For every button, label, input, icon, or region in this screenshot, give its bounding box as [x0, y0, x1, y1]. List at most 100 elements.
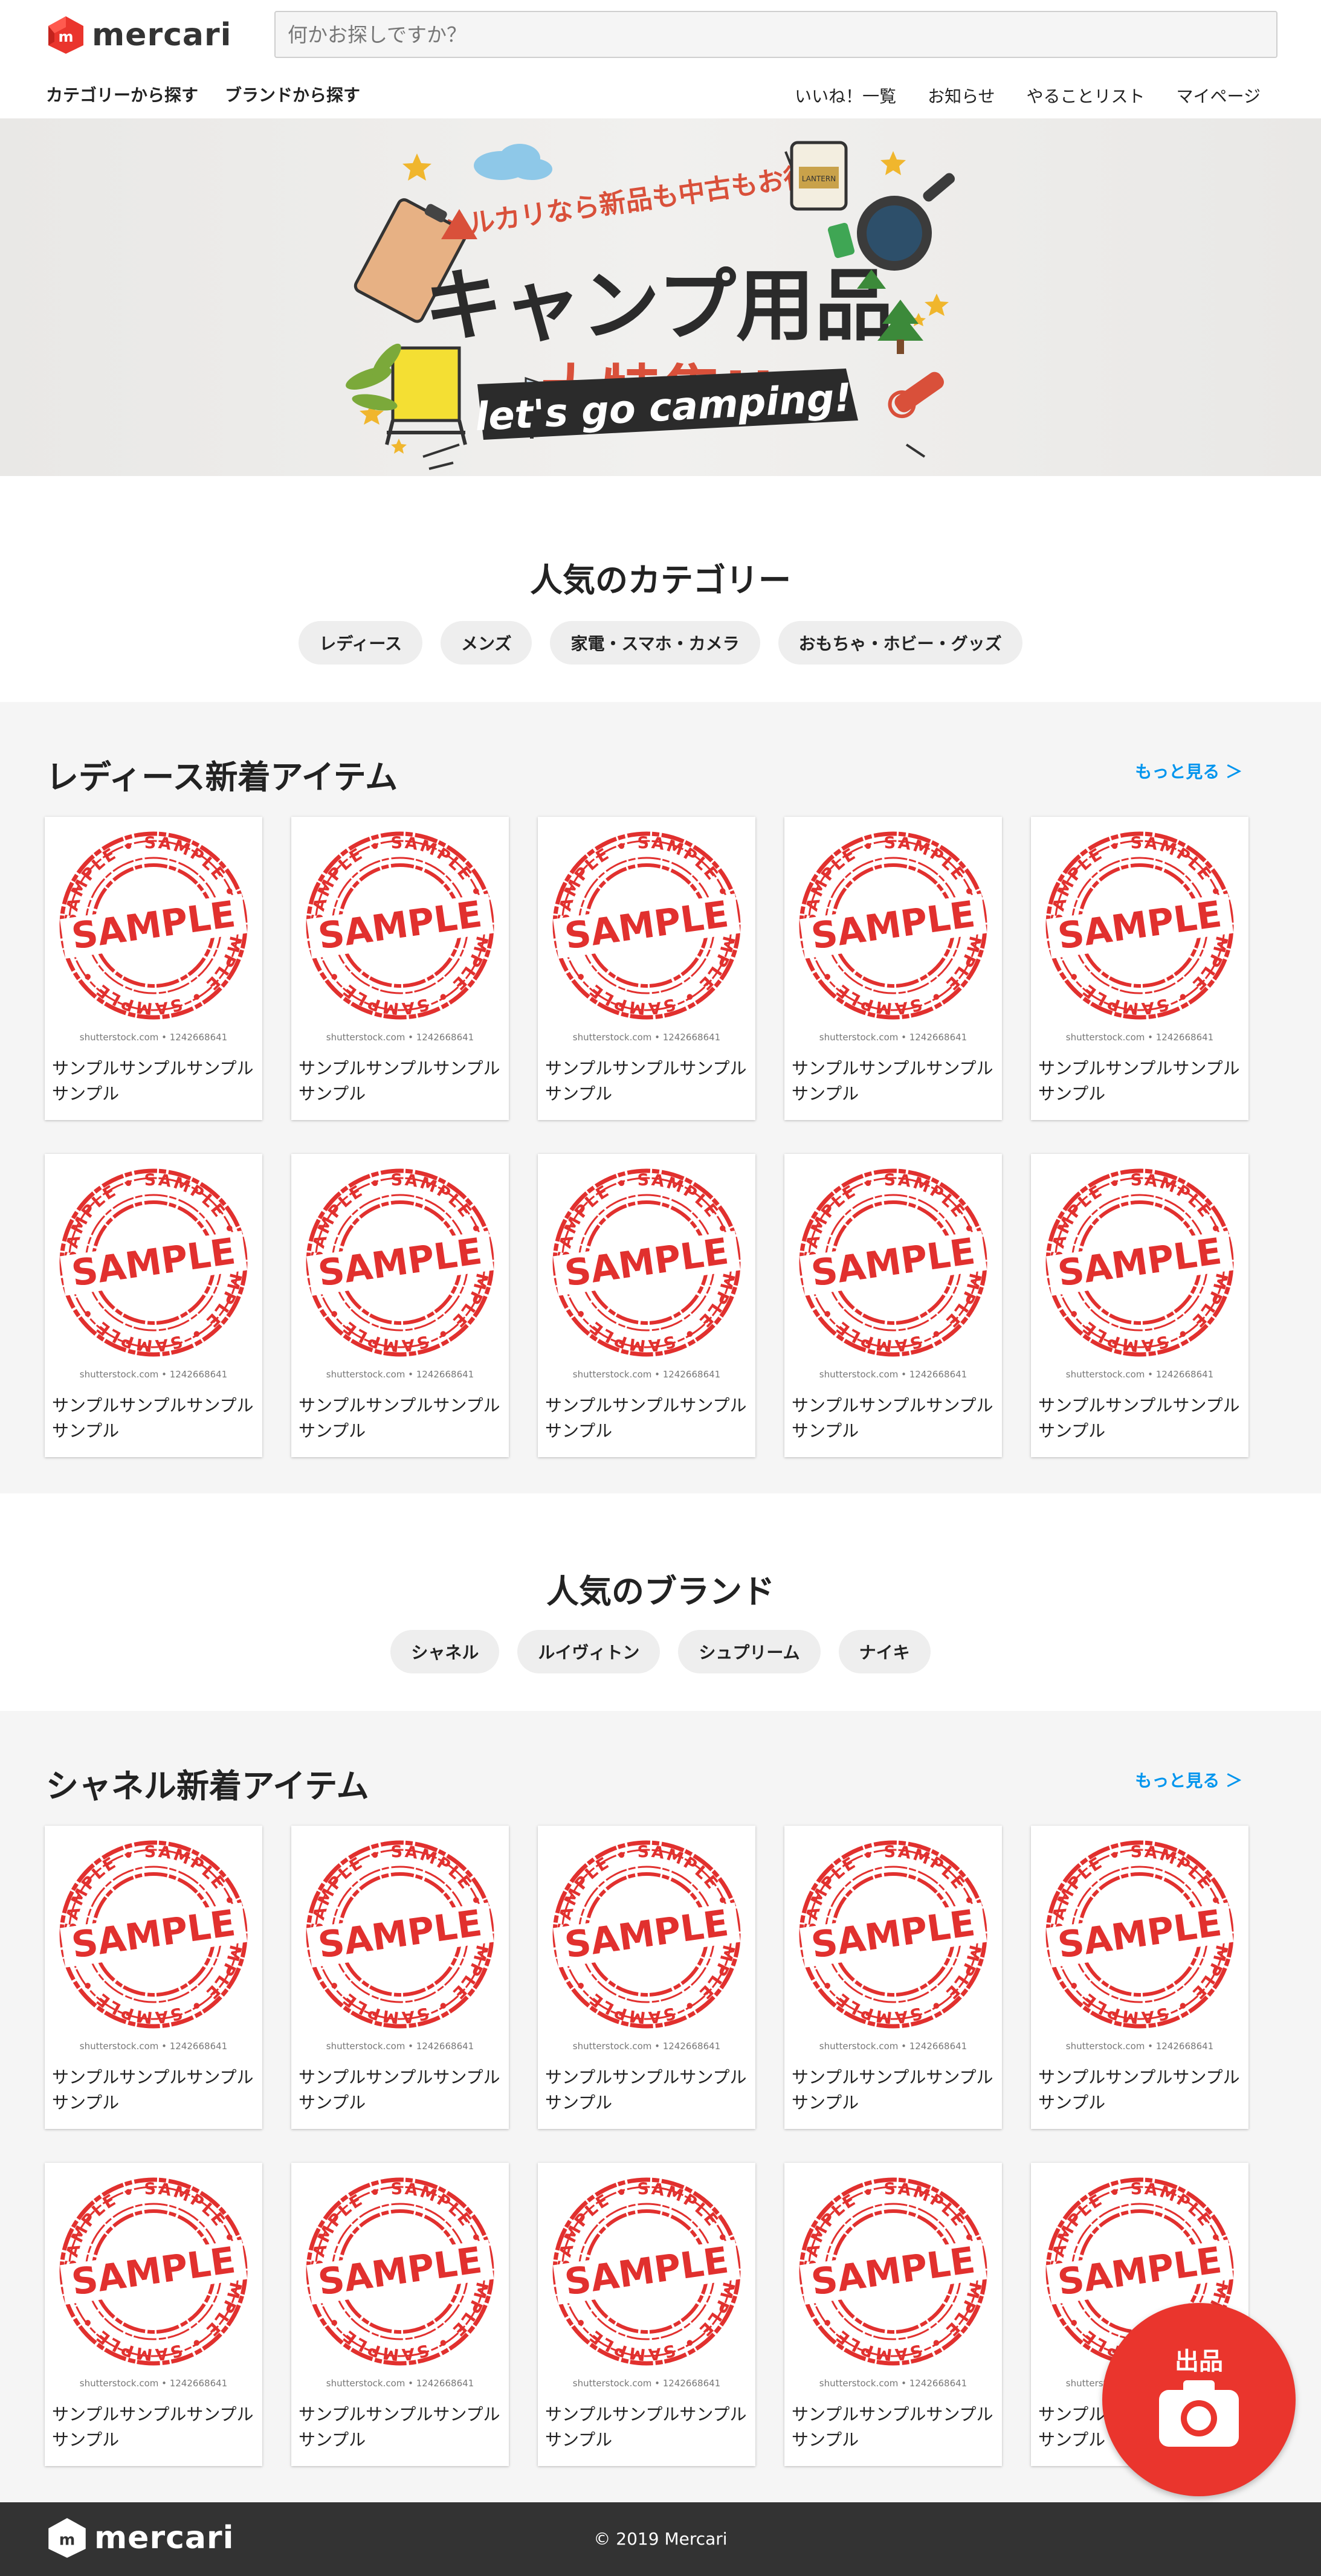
camping-banner[interactable]: メルカリなら新品も中古もお得！ キャンプ用品 大特集!!: [0, 118, 1321, 476]
nav-brand-search[interactable]: ブランドから探す: [225, 82, 360, 106]
banner-illustration: メルカリなら新品も中古もお得！ キャンプ用品 大特集!!: [346, 141, 955, 470]
item-card[interactable]: SAMPLE • SAMPLE • SAMPLE • SAMPLE • SAMP…: [1031, 817, 1248, 1120]
nav-category-search[interactable]: カテゴリーから探す: [46, 82, 198, 106]
image-credit: shutterstock.com • 1242668641: [79, 1369, 228, 1380]
svg-text:SAMPLE: SAMPLE: [809, 1230, 978, 1295]
item-title: サンプルサンプルサンプルサンプル: [299, 2067, 500, 2113]
item-card[interactable]: SAMPLE • SAMPLE • SAMPLE • SAMPLE • SAMP…: [291, 1154, 509, 1457]
sample-stamp-image: SAMPLE • SAMPLE • SAMPLE • SAMPLE • SAMP…: [799, 2177, 987, 2366]
item-title: サンプルサンプルサンプルサンプル: [299, 1396, 500, 1441]
image-credit: shutterstock.com • 1242668641: [819, 2378, 967, 2389]
chip-louis-vuitton[interactable]: ルイヴィトン: [517, 1630, 660, 1673]
popular-brands-section: 人気のブランド シャネル ルイヴィトン シュプリーム ナイキ: [0, 1493, 1321, 1711]
chanel-section-title: シャネル新着アイテム: [46, 1767, 369, 1805]
sample-stamp-image: SAMPLE • SAMPLE • SAMPLE • SAMPLE • SAMP…: [306, 1168, 494, 1357]
sample-stamp-image: SAMPLE • SAMPLE • SAMPLE • SAMPLE • SAMP…: [1045, 1840, 1234, 2029]
item-card[interactable]: SAMPLE • SAMPLE • SAMPLE • SAMPLE • SAMP…: [538, 1826, 755, 2129]
item-image: SAMPLE • SAMPLE • SAMPLE • SAMPLE • SAMP…: [291, 1154, 509, 1389]
item-card[interactable]: SAMPLE • SAMPLE • SAMPLE • SAMPLE • SAMP…: [538, 817, 755, 1120]
chanel-more-link[interactable]: もっと見る ＞: [1135, 1768, 1242, 1792]
item-card[interactable]: SAMPLE • SAMPLE • SAMPLE • SAMPLE • SAMP…: [291, 2163, 509, 2466]
item-card[interactable]: SAMPLE • SAMPLE • SAMPLE • SAMPLE • SAMP…: [784, 817, 1002, 1120]
banner-title-1: キャンプ用品: [424, 260, 893, 352]
item-card[interactable]: SAMPLE • SAMPLE • SAMPLE • SAMPLE • SAMP…: [45, 817, 262, 1120]
item-title: サンプルサンプルサンプルサンプル: [52, 2404, 254, 2450]
category-chips: レディース メンズ 家電・スマホ・カメラ おもちゃ・ホビー・グッズ: [0, 621, 1321, 665]
sample-stamp-image: SAMPLE • SAMPLE • SAMPLE • SAMPLE • SAMP…: [552, 2177, 741, 2366]
item-title: サンプルサンプルサンプルサンプル: [792, 1058, 993, 1104]
item-image: SAMPLE • SAMPLE • SAMPLE • SAMPLE • SAMP…: [45, 1826, 262, 2061]
item-title: サンプルサンプルサンプルサンプル: [299, 2404, 500, 2450]
item-image: SAMPLE • SAMPLE • SAMPLE • SAMPLE • SAMP…: [538, 2163, 755, 2398]
item-image: SAMPLE • SAMPLE • SAMPLE • SAMPLE • SAMP…: [784, 817, 1002, 1052]
item-card[interactable]: SAMPLE • SAMPLE • SAMPLE • SAMPLE • SAMP…: [784, 2163, 1002, 2466]
chip-toys-hobbies[interactable]: おもちゃ・ホビー・グッズ: [778, 621, 1022, 665]
item-image: SAMPLE • SAMPLE • SAMPLE • SAMPLE • SAMP…: [291, 2163, 509, 2398]
item-card[interactable]: SAMPLE • SAMPLE • SAMPLE • SAMPLE • SAMP…: [291, 817, 509, 1120]
image-credit: shutterstock.com • 1242668641: [79, 2378, 228, 2389]
chip-chanel[interactable]: シャネル: [390, 1630, 500, 1673]
image-credit: shutterstock.com • 1242668641: [79, 2041, 228, 2052]
chip-electronics[interactable]: 家電・スマホ・カメラ: [550, 621, 760, 665]
chip-mens[interactable]: メンズ: [441, 621, 532, 665]
item-image: SAMPLE • SAMPLE • SAMPLE • SAMPLE • SAMP…: [291, 817, 509, 1052]
item-image: SAMPLE • SAMPLE • SAMPLE • SAMPLE • SAMP…: [538, 817, 755, 1052]
nav-todo[interactable]: やることリスト: [1027, 83, 1145, 108]
item-image: SAMPLE • SAMPLE • SAMPLE • SAMPLE • SAMP…: [1031, 1154, 1248, 1389]
item-title: サンプルサンプルサンプルサンプル: [1038, 1058, 1240, 1104]
image-credit: shutterstock.com • 1242668641: [819, 1032, 967, 1043]
svg-text:SAMPLE: SAMPLE: [809, 2239, 978, 2304]
svg-text:SAMPLE: SAMPLE: [809, 1902, 978, 1966]
item-image: SAMPLE • SAMPLE • SAMPLE • SAMPLE • SAMP…: [1031, 1826, 1248, 2061]
sample-stamp-image: SAMPLE • SAMPLE • SAMPLE • SAMPLE • SAMP…: [306, 1840, 494, 2029]
item-card[interactable]: SAMPLE • SAMPLE • SAMPLE • SAMPLE • SAMP…: [45, 2163, 262, 2466]
image-credit: shutterstock.com • 1242668641: [819, 2041, 967, 2052]
svg-text:SAMPLE: SAMPLE: [562, 893, 731, 958]
sample-stamp-image: SAMPLE • SAMPLE • SAMPLE • SAMPLE • SAMP…: [1045, 1168, 1234, 1357]
image-credit: shutterstock.com • 1242668641: [572, 1032, 721, 1043]
svg-text:SAMPLE: SAMPLE: [69, 1230, 238, 1295]
item-card[interactable]: SAMPLE • SAMPLE • SAMPLE • SAMPLE • SAMP…: [45, 1154, 262, 1457]
item-title: サンプルサンプルサンプルサンプル: [545, 2067, 747, 2113]
sample-stamp-image: SAMPLE • SAMPLE • SAMPLE • SAMPLE • SAMP…: [799, 1168, 987, 1357]
chip-supreme[interactable]: シュプリーム: [678, 1630, 821, 1673]
popular-categories-section: 人気のカテゴリー レディース メンズ 家電・スマホ・カメラ おもちゃ・ホビー・グ…: [0, 476, 1321, 702]
chip-ladies[interactable]: レディース: [299, 621, 422, 665]
svg-text:SAMPLE: SAMPLE: [69, 1902, 238, 1966]
svg-text:SAMPLE: SAMPLE: [69, 2239, 238, 2304]
item-title: サンプルサンプルサンプルサンプル: [52, 1058, 254, 1104]
sample-stamp-image: SAMPLE • SAMPLE • SAMPLE • SAMPLE • SAMP…: [306, 2177, 494, 2366]
nav-mypage[interactable]: マイページ: [1177, 83, 1261, 108]
item-card[interactable]: SAMPLE • SAMPLE • SAMPLE • SAMPLE • SAMP…: [538, 2163, 755, 2466]
nav-left: カテゴリーから探す ブランドから探す: [46, 82, 360, 106]
svg-text:SAMPLE: SAMPLE: [562, 1230, 731, 1295]
item-card[interactable]: SAMPLE • SAMPLE • SAMPLE • SAMPLE • SAMP…: [784, 1826, 1002, 2129]
chip-nike[interactable]: ナイキ: [838, 1630, 931, 1673]
popular-categories-title: 人気のカテゴリー: [530, 561, 791, 599]
item-card[interactable]: SAMPLE • SAMPLE • SAMPLE • SAMPLE • SAMP…: [784, 1154, 1002, 1457]
svg-text:SAMPLE: SAMPLE: [1055, 1902, 1224, 1966]
image-credit: shutterstock.com • 1242668641: [1065, 2041, 1214, 2052]
sell-button[interactable]: 出品: [1102, 2303, 1296, 2496]
mercari-logo-icon: m: [48, 16, 83, 54]
ladies-more-link[interactable]: もっと見る ＞: [1135, 759, 1242, 783]
nav-notifications[interactable]: お知らせ: [928, 83, 995, 108]
image-credit: shutterstock.com • 1242668641: [1065, 1369, 1214, 1380]
item-title: サンプルサンプルサンプルサンプル: [545, 1396, 747, 1441]
item-card[interactable]: SAMPLE • SAMPLE • SAMPLE • SAMPLE • SAMP…: [538, 1154, 755, 1457]
svg-text:SAMPLE: SAMPLE: [315, 893, 485, 958]
nav-right: いいね！一覧 お知らせ やることリスト マイページ: [795, 83, 1261, 108]
item-image: SAMPLE • SAMPLE • SAMPLE • SAMPLE • SAMP…: [45, 817, 262, 1052]
item-card[interactable]: SAMPLE • SAMPLE • SAMPLE • SAMPLE • SAMP…: [45, 1826, 262, 2129]
sample-stamp-image: SAMPLE • SAMPLE • SAMPLE • SAMPLE • SAMP…: [552, 1840, 741, 2029]
svg-text:SAMPLE: SAMPLE: [1055, 2239, 1224, 2304]
item-card[interactable]: SAMPLE • SAMPLE • SAMPLE • SAMPLE • SAMP…: [291, 1826, 509, 2129]
search-input[interactable]: [274, 11, 1277, 58]
item-card[interactable]: SAMPLE • SAMPLE • SAMPLE • SAMPLE • SAMP…: [1031, 1154, 1248, 1457]
nav-likes[interactable]: いいね！一覧: [795, 83, 896, 108]
copyright: © 2019 Mercari: [593, 2529, 728, 2549]
sample-stamp-image: SAMPLE • SAMPLE • SAMPLE • SAMPLE • SAMP…: [59, 1840, 248, 2029]
mercari-logo[interactable]: m mercari: [46, 14, 231, 56]
item-card[interactable]: SAMPLE • SAMPLE • SAMPLE • SAMPLE • SAMP…: [1031, 1826, 1248, 2129]
sample-stamp-image: SAMPLE • SAMPLE • SAMPLE • SAMPLE • SAMP…: [59, 831, 248, 1020]
